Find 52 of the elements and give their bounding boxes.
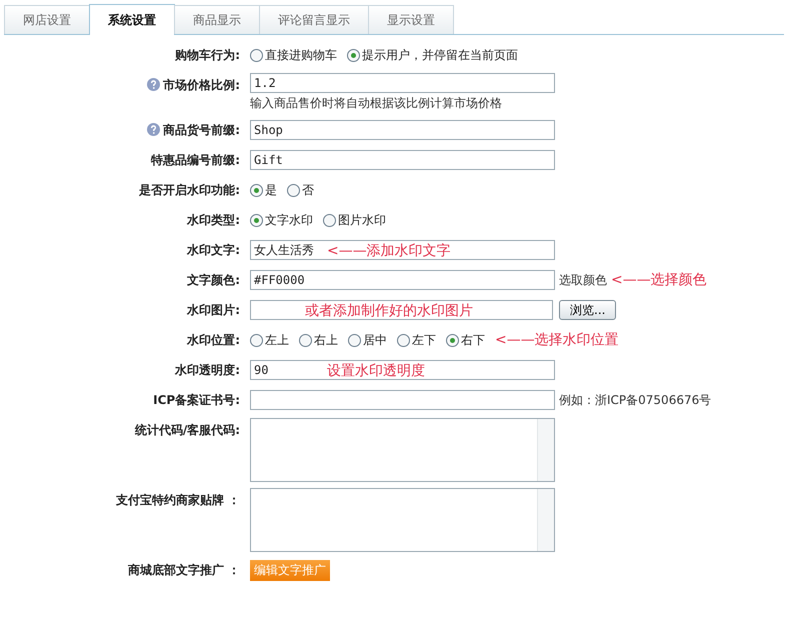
radio-option[interactable]: 左下 — [397, 332, 436, 348]
annotation-text: <——选择颜色 — [611, 271, 707, 289]
field-label: 水印位置: — [187, 332, 240, 349]
field-label: 市场价格比例: — [163, 77, 240, 94]
file-field[interactable]: 或者添加制作好的水印图片 — [250, 300, 553, 320]
suffix-text: 选取颜色 — [559, 272, 607, 288]
radio-option[interactable]: 右上 — [299, 332, 338, 348]
input-field[interactable]: 女人生活秀 <——添加水印文字 — [250, 240, 555, 260]
radio-option[interactable]: 右下 — [446, 332, 485, 348]
field-label: 特惠品编号前缀: — [151, 152, 240, 169]
browse-button[interactable]: 浏览... — [559, 300, 616, 320]
tab[interactable]: 商品显示 — [174, 5, 260, 34]
radio-option[interactable]: 左上 — [250, 332, 289, 348]
annotation-text: <——选择水印位置 — [495, 331, 619, 349]
field-label: 水印类型: — [187, 212, 240, 229]
radio-option[interactable]: 是 — [250, 182, 277, 198]
radio-option[interactable]: 提示用户，并停留在当前页面 — [347, 46, 518, 64]
field-label: 支付宝特约商家贴牌 ： — [116, 492, 240, 509]
text-area[interactable] — [250, 418, 555, 482]
annotation-text: <——添加水印文字 — [327, 242, 451, 261]
field-label: 商城底部文字推广 ： — [128, 562, 240, 579]
radio-option[interactable]: 否 — [287, 182, 314, 198]
field-label: ICP备案证书号: — [153, 392, 240, 409]
field-label: 购物车行为: — [175, 47, 240, 64]
scrollbar[interactable] — [537, 419, 554, 481]
suffix-text: 例如：浙ICP备07506676号 — [559, 392, 712, 408]
field-label: 水印图片: — [187, 302, 240, 319]
scrollbar[interactable] — [537, 489, 554, 551]
field-label: 文字颜色: — [187, 272, 240, 289]
input-field[interactable]: 90 设置水印透明度 — [250, 360, 555, 380]
radio-option[interactable]: 图片水印 — [323, 212, 386, 228]
radio-option[interactable]: 直接进购物车 — [250, 46, 337, 64]
tab[interactable]: 网店设置 — [4, 5, 90, 34]
input-field[interactable] — [250, 390, 555, 410]
tab[interactable]: 评论留言显示 — [259, 5, 369, 34]
hint-text: 输入商品售价时将自动根据该比例计算市场价格 — [250, 95, 503, 112]
input-field[interactable]: 1.2 — [250, 73, 555, 93]
field-label: 是否开启水印功能: — [139, 182, 240, 199]
radio-option[interactable]: 居中 — [348, 332, 387, 348]
text-area[interactable] — [250, 488, 555, 552]
radio-option[interactable]: 文字水印 — [250, 212, 313, 228]
tab[interactable]: 显示设置 — [368, 5, 454, 34]
annotation-text: 或者添加制作好的水印图片 — [305, 302, 473, 321]
input-field[interactable]: #FF0000 — [250, 270, 555, 290]
input-field[interactable]: Shop — [250, 120, 555, 140]
field-label: 水印文字: — [187, 242, 240, 259]
field-label: 统计代码/客服代码: — [134, 422, 240, 439]
tab[interactable]: 系统设置 — [89, 4, 175, 35]
field-label: 商品货号前缀: — [163, 122, 240, 139]
field-label: 水印透明度: — [175, 362, 240, 379]
annotation-text: 设置水印透明度 — [327, 362, 425, 381]
input-field[interactable]: Gift — [250, 150, 555, 170]
